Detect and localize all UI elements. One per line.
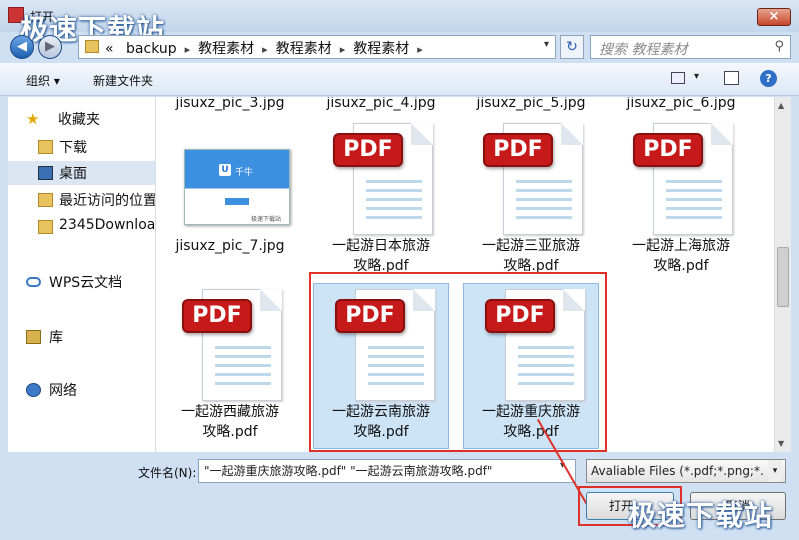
new-folder-button[interactable]: 新建文件夹 (93, 72, 153, 89)
breadcrumb-overflow[interactable]: « (105, 41, 114, 57)
folder-icon (85, 40, 99, 53)
sidebar-item-label: WPS云文档 (49, 275, 123, 291)
file-label: jisuxz_pic_4.jpg (326, 97, 436, 111)
file-label: 一起游上海旅游 (632, 238, 730, 254)
breadcrumb-sep-icon[interactable]: ▸ (262, 43, 268, 56)
command-toolbar: 组织 ▾ 新建文件夹 ▾ ? (0, 63, 799, 96)
file-label: 攻略.pdf (202, 424, 258, 440)
library-icon (26, 330, 41, 344)
filename-label: 文件名(N): (138, 466, 197, 480)
refresh-button[interactable]: ↻ (560, 35, 584, 59)
file-type-dropdown-icon[interactable]: ▾ (768, 460, 782, 482)
navigation-pane: ★ 收藏夹 下载 桌面 最近访问的位置 2345Downloads WPS云文档… (8, 97, 156, 452)
breadcrumb-folder-2[interactable]: 教程素材 (276, 41, 332, 57)
file-label: 一起游日本旅游 (332, 238, 430, 254)
sidebar-item-network[interactable]: 网络 (8, 378, 155, 402)
image-button-shape (225, 198, 249, 205)
file-item-jisuxz-pic-5[interactable]: jisuxz_pic_5.jpg (461, 97, 601, 113)
organize-button[interactable]: 组织 ▾ (26, 72, 60, 89)
folder-icon (38, 220, 53, 234)
search-placeholder: 搜索 教程素材 (599, 42, 688, 58)
address-dropdown-icon[interactable]: ▾ (544, 39, 549, 50)
file-item-tibet-pdf[interactable]: PDF 一起游西藏旅游 攻略.pdf (160, 285, 300, 451)
address-row: ◀ ▶ « backup ▸ 教程素材 ▸ 教程素材 ▸ 教程素材 ▸ ▾ ↻ 搜索 教程素材… (0, 32, 799, 62)
sidebar-item-wps-cloud[interactable]: WPS云文档 (8, 270, 155, 294)
file-item-sanya-pdf[interactable]: PDF 一起游三亚旅游 攻略.pdf (461, 119, 601, 285)
close-button[interactable]: × (757, 8, 791, 26)
pdf-thumbnail: PDF (182, 285, 282, 403)
file-label: 一起游西藏旅游 (181, 404, 279, 420)
sidebar-item-desktop[interactable]: 桌面 (8, 161, 155, 185)
file-item-shanghai-pdf[interactable]: PDF 一起游上海旅游 攻略.pdf (611, 119, 751, 285)
file-item-jisuxz-pic-3[interactable]: jisuxz_pic_3.jpg (160, 97, 300, 113)
image-thumbnail: U 千牛 极速下载站 (182, 119, 290, 237)
breadcrumb-folder-1[interactable]: 教程素材 (198, 41, 254, 57)
sidebar-item-label: 库 (49, 330, 63, 346)
vertical-scrollbar[interactable]: ▲ ▼ (774, 97, 791, 452)
file-label: 一起游三亚旅游 (482, 238, 580, 254)
file-type-value: Avaliable Files (*.pdf;*.png;*. (591, 464, 764, 478)
search-icon: ⚲ (774, 39, 784, 54)
sidebar-item-2345downloads[interactable]: 2345Downloads (8, 215, 156, 239)
breadcrumb-sep-icon[interactable]: ▸ (417, 43, 423, 56)
file-list[interactable]: jisuxz_pic_3.jpg jisuxz_pic_4.jpg jisuxz… (156, 97, 774, 452)
desktop-icon (38, 166, 53, 180)
forward-button[interactable]: ▶ (38, 35, 62, 59)
download-folder-icon (38, 140, 53, 154)
image-footer-text: 极速下载站 (251, 216, 282, 223)
sidebar-item-label: 网络 (49, 383, 77, 399)
scroll-down-icon[interactable]: ▼ (778, 439, 784, 448)
preview-pane-icon[interactable] (724, 71, 739, 85)
sidebar-item-library[interactable]: 库 (8, 325, 155, 349)
view-dropdown-icon[interactable]: ▾ (694, 71, 699, 82)
file-label: jisuxz_pic_7.jpg (175, 238, 285, 254)
file-type-select[interactable]: Avaliable Files (*.pdf;*.png;*. ▾ (586, 459, 786, 483)
sidebar-item-favorites[interactable]: ★ 收藏夹 (8, 107, 155, 131)
breadcrumb-backup[interactable]: backup (126, 41, 177, 57)
sidebar-item-label: 下载 (59, 140, 87, 156)
pdf-thumbnail: PDF (483, 119, 583, 237)
sidebar-item-label: 桌面 (59, 166, 87, 182)
view-icon[interactable] (671, 72, 685, 84)
cloud-icon (26, 277, 41, 287)
sidebar-item-recent[interactable]: 最近访问的位置 (8, 188, 156, 212)
star-icon: ★ (26, 110, 40, 128)
image-caption: 千牛 (235, 168, 254, 178)
file-label: jisuxz_pic_3.jpg (175, 97, 285, 111)
network-icon (26, 383, 41, 397)
help-icon[interactable]: ? (760, 70, 777, 87)
file-item-jisuxz-pic-4[interactable]: jisuxz_pic_4.jpg (311, 97, 451, 113)
address-bar[interactable]: « backup ▸ 教程素材 ▸ 教程素材 ▸ 教程素材 ▸ ▾ (78, 35, 556, 59)
file-label: jisuxz_pic_6.jpg (626, 97, 736, 111)
sidebar-item-label: 2345Downloads (59, 217, 156, 233)
sidebar-item-downloads[interactable]: 下载 (8, 135, 155, 159)
scroll-up-icon[interactable]: ▲ (778, 101, 784, 110)
breadcrumb-folder-3[interactable]: 教程素材 (353, 41, 409, 57)
file-item-japan-pdf[interactable]: PDF 一起游日本旅游 攻略.pdf (311, 119, 451, 285)
pdf-thumbnail: PDF (333, 119, 433, 237)
pdf-badge-icon: PDF (182, 299, 252, 333)
pdf-thumbnail: PDF (633, 119, 733, 237)
breadcrumb-sep-icon[interactable]: ▸ (185, 43, 191, 56)
sidebar-item-label: 收藏夹 (58, 112, 100, 128)
file-label: 攻略.pdf (653, 258, 709, 274)
pdf-badge-icon: PDF (333, 133, 403, 167)
watermark-bottom: 极速下载站 (628, 499, 774, 532)
scroll-thumb[interactable] (777, 247, 789, 307)
sidebar-item-label: 最近访问的位置 (59, 193, 156, 209)
search-input[interactable]: 搜索 教程素材 ⚲ (590, 35, 791, 59)
pdf-badge-icon: PDF (483, 133, 553, 167)
highlight-annotation-box (309, 272, 607, 452)
file-item-jisuxz-pic-6[interactable]: jisuxz_pic_6.jpg (611, 97, 751, 113)
recent-places-icon (38, 193, 53, 207)
image-preview: U 千牛 极速下载站 (184, 149, 290, 225)
qianniu-logo-icon: U (219, 164, 231, 176)
breadcrumb-sep-icon[interactable]: ▸ (340, 43, 346, 56)
filename-input[interactable]: "一起游重庆旅游攻略.pdf" "一起游云南旅游攻略.pdf" (198, 459, 576, 483)
back-button[interactable]: ◀ (10, 35, 34, 59)
file-item-jisuxz-pic-7[interactable]: U 千牛 极速下载站 jisuxz_pic_7.jpg (160, 119, 300, 285)
pdf-badge-icon: PDF (633, 133, 703, 167)
file-label: jisuxz_pic_5.jpg (476, 97, 586, 111)
breadcrumb: « backup ▸ 教程素材 ▸ 教程素材 ▸ 教程素材 ▸ (105, 38, 431, 58)
